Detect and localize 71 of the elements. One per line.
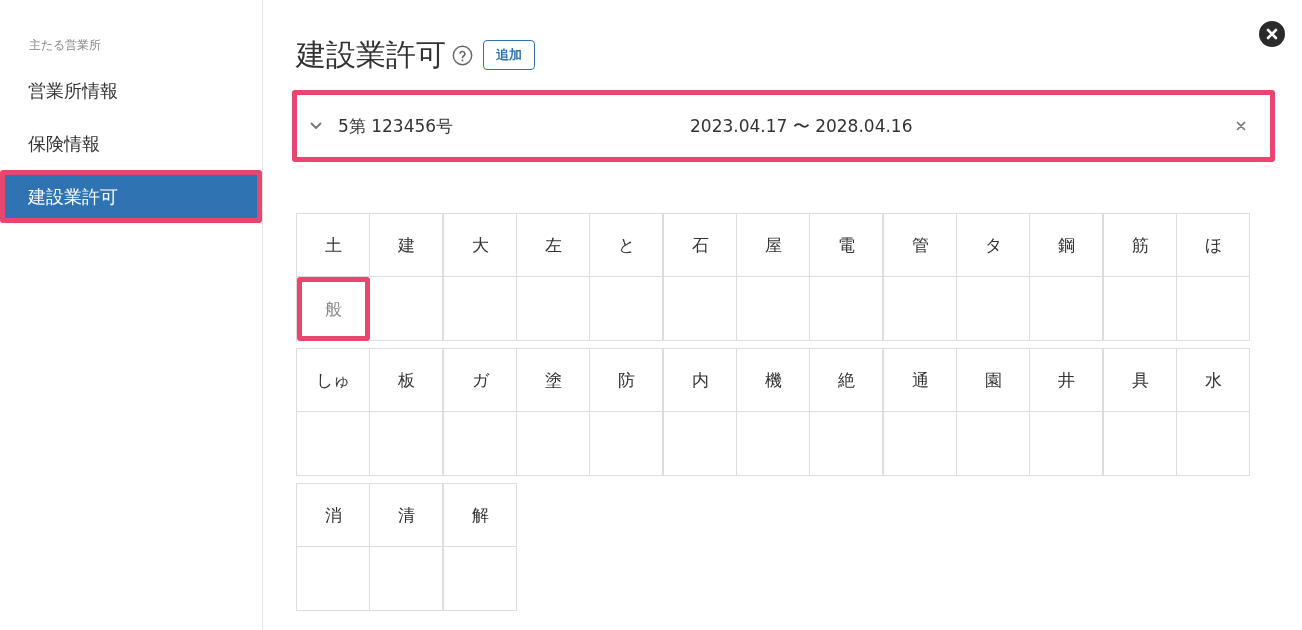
trade-cell: ガ bbox=[444, 349, 517, 412]
trade-cell: 鋼 bbox=[1030, 214, 1103, 277]
trade-cell: 電 bbox=[810, 214, 883, 277]
trade-cell: 内 bbox=[664, 349, 737, 412]
trade-cell: 建 bbox=[370, 214, 443, 277]
sidebar-item[interactable]: 建設業許可 bbox=[0, 170, 262, 223]
trade-cell: 機 bbox=[737, 349, 810, 412]
trade-cell: と bbox=[590, 214, 663, 277]
grade-cell[interactable] bbox=[737, 412, 810, 476]
grade-cell[interactable] bbox=[297, 412, 370, 476]
grade-cell[interactable] bbox=[590, 412, 663, 476]
close-icon bbox=[1236, 121, 1246, 131]
add-button[interactable]: 追加 bbox=[483, 40, 535, 70]
grade-cell[interactable] bbox=[444, 547, 517, 611]
license-row[interactable]: 5第 123456号 2023.04.17 〜 2028.04.16 bbox=[292, 90, 1275, 162]
grade-cell[interactable] bbox=[370, 547, 443, 611]
trade-cell: 通 bbox=[884, 349, 957, 412]
trade-cell: 園 bbox=[957, 349, 1030, 412]
grade-cell[interactable] bbox=[370, 412, 443, 476]
grade-cell[interactable] bbox=[810, 277, 883, 341]
trade-cell: 清 bbox=[370, 484, 443, 547]
trade-cell: タ bbox=[957, 214, 1030, 277]
grade-cell[interactable] bbox=[297, 547, 370, 611]
grade-cell[interactable] bbox=[664, 412, 737, 476]
grade-cell[interactable] bbox=[370, 277, 443, 341]
trade-cell: 塗 bbox=[517, 349, 590, 412]
trade-cell: 土 bbox=[297, 214, 370, 277]
close-icon bbox=[1266, 28, 1278, 40]
license-number: 5第 123456号 bbox=[338, 114, 455, 138]
help-icon[interactable] bbox=[452, 44, 473, 66]
trade-cell: 管 bbox=[884, 214, 957, 277]
grade-cell[interactable] bbox=[1104, 277, 1177, 341]
trade-cell: ほ bbox=[1177, 214, 1250, 277]
trade-cell: 具 bbox=[1104, 349, 1177, 412]
trade-cell: 筋 bbox=[1104, 214, 1177, 277]
grade-cell[interactable] bbox=[444, 277, 517, 341]
grade-cell[interactable] bbox=[737, 277, 810, 341]
grade-cell[interactable] bbox=[517, 277, 590, 341]
grade-cell[interactable] bbox=[1104, 412, 1177, 476]
close-button[interactable] bbox=[1259, 21, 1285, 47]
trade-cell: 板 bbox=[370, 349, 443, 412]
trade-cell: 左 bbox=[517, 214, 590, 277]
sidebar-item[interactable]: 営業所情報 bbox=[0, 64, 262, 117]
grade-cell[interactable] bbox=[517, 412, 590, 476]
grade-cell[interactable] bbox=[810, 412, 883, 476]
grade-cell[interactable] bbox=[884, 277, 957, 341]
trade-cell: 屋 bbox=[737, 214, 810, 277]
trade-cell: しゅ bbox=[297, 349, 370, 412]
trade-cell: 絶 bbox=[810, 349, 883, 412]
trade-cell: 解 bbox=[444, 484, 517, 547]
grade-cell[interactable] bbox=[884, 412, 957, 476]
grade-cell[interactable] bbox=[590, 277, 663, 341]
section-label: 主たる営業所 bbox=[28, 37, 102, 54]
grade-cell[interactable] bbox=[957, 412, 1030, 476]
trade-cell: 大 bbox=[444, 214, 517, 277]
grade-cell[interactable] bbox=[957, 277, 1030, 341]
remove-button[interactable] bbox=[1234, 119, 1248, 133]
trade-cell: 水 bbox=[1177, 349, 1250, 412]
grade-cell[interactable] bbox=[664, 277, 737, 341]
page-title: 建設業許可 bbox=[296, 37, 446, 73]
trade-cell: 防 bbox=[590, 349, 663, 412]
license-period: 2023.04.17 〜 2028.04.16 bbox=[690, 114, 914, 138]
grade-cell[interactable] bbox=[1177, 277, 1250, 341]
grade-cell[interactable] bbox=[1177, 412, 1250, 476]
grade-cell[interactable] bbox=[444, 412, 517, 476]
trade-cell: 消 bbox=[297, 484, 370, 547]
trade-cell: 井 bbox=[1030, 349, 1103, 412]
grade-cell[interactable] bbox=[1030, 412, 1103, 476]
sidebar-item[interactable]: 保険情報 bbox=[0, 117, 262, 170]
grade-cell[interactable] bbox=[1030, 277, 1103, 341]
trade-cell: 石 bbox=[664, 214, 737, 277]
